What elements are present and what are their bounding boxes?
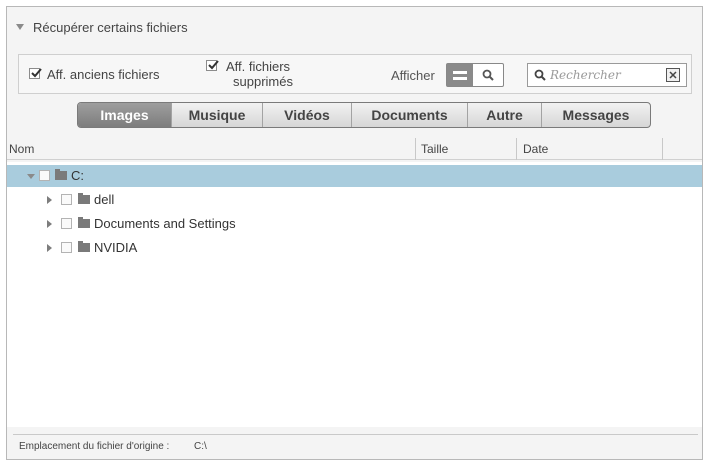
tab-autre[interactable]: Autre <box>468 103 542 127</box>
tree-row-checkbox[interactable] <box>61 194 72 205</box>
list-icon-line <box>453 76 467 80</box>
tree-row[interactable]: Documents and Settings <box>7 213 702 235</box>
tree-row-checkbox[interactable] <box>61 218 72 229</box>
tree-row-label: Documents and Settings <box>94 216 236 231</box>
panel-header[interactable]: Récupérer certains fichiers <box>7 7 702 47</box>
tree-row-label: dell <box>94 192 115 207</box>
expand-arrow-icon[interactable] <box>27 174 35 179</box>
search-icon <box>482 69 494 81</box>
show-deleted-files-label-line1: Aff. fichiers <box>226 59 291 74</box>
folder-icon <box>78 241 90 252</box>
show-old-files-checkbox[interactable] <box>29 68 42 79</box>
list-view-button[interactable] <box>447 64 473 86</box>
column-date[interactable]: Date <box>523 142 548 156</box>
clear-icon <box>669 71 677 79</box>
search-box <box>527 63 687 87</box>
expand-arrow-icon[interactable] <box>47 196 52 204</box>
checkmark-icon <box>208 60 219 70</box>
panel-title: Récupérer certains fichiers <box>33 19 188 35</box>
collapse-triangle-icon[interactable] <box>16 24 24 30</box>
file-tree: C: dell Documents and Settings NVIDIA <box>7 162 702 427</box>
folder-icon <box>55 169 67 180</box>
column-separator[interactable] <box>662 138 663 160</box>
afficher-label: Afficher <box>391 68 435 83</box>
search-input[interactable] <box>550 67 660 83</box>
tab-documents[interactable]: Documents <box>352 103 468 127</box>
search-icon <box>534 69 546 81</box>
tree-row-label: NVIDIA <box>94 240 138 255</box>
view-mode-toggle <box>446 63 504 87</box>
column-separator[interactable] <box>516 138 517 160</box>
tab-images[interactable]: Images <box>78 103 172 127</box>
tree-row-checkbox[interactable] <box>61 242 72 253</box>
column-size[interactable]: Taille <box>421 142 448 156</box>
list-icon <box>453 70 467 74</box>
column-name[interactable]: Nom <box>9 142 34 156</box>
show-old-files-label: Aff. anciens fichiers <box>47 67 160 82</box>
clear-search-button[interactable] <box>666 68 680 82</box>
expand-arrow-icon[interactable] <box>47 244 52 252</box>
search-view-button[interactable] <box>473 64 503 86</box>
original-location-path: C:\ <box>194 441 207 452</box>
options-bar: Aff. anciens fichiers Aff. fichiers supp… <box>18 54 692 94</box>
tab-messages[interactable]: Messages <box>542 103 650 127</box>
tab-musique[interactable]: Musique <box>172 103 263 127</box>
status-footer: Emplacement du fichier d'origine : C:\ <box>13 434 698 455</box>
column-separator[interactable] <box>415 138 416 160</box>
tree-row[interactable]: dell <box>7 189 702 211</box>
original-location-label: Emplacement du fichier d'origine : <box>19 441 170 452</box>
file-type-tabs: Images Musique Vidéos Documents Autre Me… <box>77 102 651 128</box>
tree-row[interactable]: C: <box>7 165 702 187</box>
recover-files-panel: Récupérer certains fichiers Aff. anciens… <box>6 6 703 460</box>
tree-row[interactable]: NVIDIA <box>7 237 702 259</box>
tree-row-checkbox[interactable] <box>39 170 50 181</box>
folder-icon <box>78 193 90 204</box>
show-deleted-files-checkbox[interactable] <box>206 60 219 71</box>
tab-videos[interactable]: Vidéos <box>263 103 352 127</box>
column-header: Nom Taille Date <box>7 138 702 160</box>
show-deleted-files-label-line2: supprimés <box>233 74 293 89</box>
tree-row-label: C: <box>71 168 84 183</box>
checkmark-icon <box>31 68 42 78</box>
folder-icon <box>78 217 90 228</box>
expand-arrow-icon[interactable] <box>47 220 52 228</box>
